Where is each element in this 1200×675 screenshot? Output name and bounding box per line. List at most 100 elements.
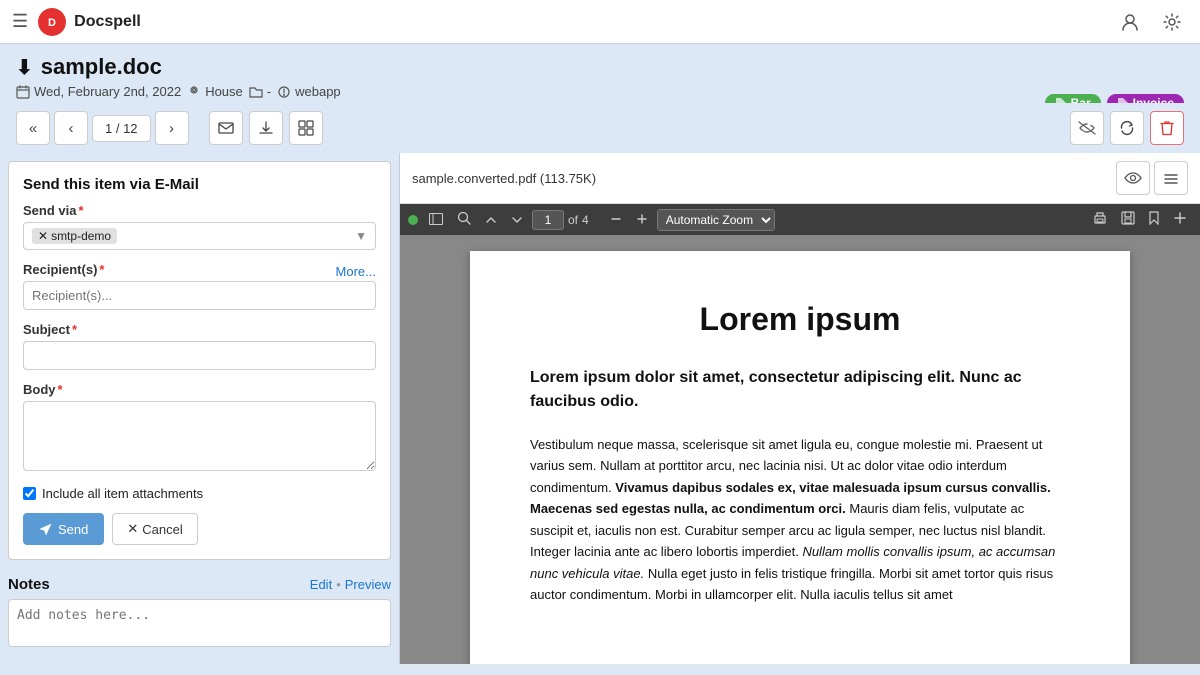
notes-section: Notes Edit • Preview bbox=[0, 568, 399, 664]
pdf-status-dot bbox=[408, 215, 418, 225]
send-via-select[interactable]: ✕ smtp-demo ▼ bbox=[23, 222, 376, 250]
required-star-4: * bbox=[58, 382, 63, 397]
right-panel: sample.converted.pdf (113.75K) bbox=[400, 153, 1200, 664]
prev-page-button[interactable]: ‹ bbox=[54, 111, 88, 145]
rotate-button[interactable] bbox=[1110, 111, 1144, 145]
meta-date: Wed, February 2nd, 2022 bbox=[16, 84, 181, 99]
next-page-icon: › bbox=[169, 120, 174, 137]
save-icon bbox=[1121, 211, 1135, 225]
body-textarea[interactable] bbox=[23, 401, 376, 471]
body-group: Body * bbox=[23, 382, 376, 474]
send-label: Send bbox=[58, 522, 88, 537]
send-button[interactable]: Send bbox=[23, 513, 104, 545]
search-icon bbox=[457, 211, 471, 225]
required-star-2: * bbox=[99, 262, 104, 277]
first-page-icon: « bbox=[29, 120, 37, 137]
delete-button[interactable] bbox=[1150, 111, 1184, 145]
grid-icon bbox=[298, 120, 314, 136]
pdf-zoom-out-button[interactable] bbox=[605, 209, 627, 231]
body-label: Body * bbox=[23, 382, 376, 397]
page-header: ⬇ sample.doc Wed, February 2nd, 2022 Hou… bbox=[0, 44, 1200, 103]
download-icon bbox=[258, 120, 274, 136]
notes-sep: • bbox=[336, 577, 341, 592]
recipients-row: Recipient(s) * More... bbox=[23, 262, 376, 281]
more-icon bbox=[1173, 211, 1187, 225]
pdf-search-button[interactable] bbox=[452, 208, 476, 231]
subject-group: Subject * bbox=[23, 322, 376, 370]
meta-date-text: Wed, February 2nd, 2022 bbox=[34, 84, 181, 99]
app-name: Docspell bbox=[74, 13, 141, 31]
menu-lines-icon bbox=[1163, 171, 1179, 185]
subject-input[interactable] bbox=[23, 341, 376, 370]
email-form-title: Send this item via E-Mail bbox=[23, 176, 376, 193]
pdf-more-button[interactable] bbox=[1168, 208, 1192, 231]
recipients-group: Recipient(s) * More... bbox=[23, 262, 376, 310]
pdf-header-icons bbox=[1116, 161, 1188, 195]
notes-preview-link[interactable]: Preview bbox=[345, 577, 391, 592]
email-form: Send this item via E-Mail Send via * ✕ s… bbox=[8, 161, 391, 560]
notes-edit-link[interactable]: Edit bbox=[310, 577, 332, 592]
pdf-zoom-select[interactable]: Automatic Zoom bbox=[657, 209, 775, 231]
pdf-print-button[interactable] bbox=[1088, 208, 1112, 231]
logo-icon: D bbox=[43, 13, 61, 31]
pdf-content[interactable]: Lorem ipsum Lorem ipsum dolor sit amet, … bbox=[400, 235, 1200, 664]
hamburger-icon[interactable]: ☰ bbox=[12, 11, 28, 32]
bookmark-icon bbox=[1149, 211, 1159, 225]
include-attachments-label: Include all item attachments bbox=[42, 486, 203, 501]
first-page-button[interactable]: « bbox=[16, 111, 50, 145]
pdf-page-input[interactable] bbox=[532, 210, 564, 230]
pdf-body-text: Vestibulum neque massa, scelerisque sit … bbox=[530, 434, 1070, 606]
grid-view-button[interactable] bbox=[289, 111, 323, 145]
eye-slash-icon bbox=[1078, 121, 1096, 135]
rotate-icon bbox=[1119, 120, 1135, 136]
recipients-input[interactable] bbox=[23, 281, 376, 310]
pdf-menu-button[interactable] bbox=[1154, 161, 1188, 195]
settings-button[interactable] bbox=[1156, 6, 1188, 38]
meta-correspondent-text: House bbox=[205, 84, 243, 99]
logo: D bbox=[38, 8, 66, 36]
pdf-heading: Lorem ipsum bbox=[530, 301, 1070, 338]
arrow-down-icon bbox=[511, 215, 523, 225]
toolbar: « ‹ 1 / 12 › bbox=[0, 103, 1200, 153]
include-attachments-checkbox[interactable] bbox=[23, 487, 36, 500]
email-button[interactable] bbox=[209, 111, 243, 145]
pdf-scroll-up-button[interactable] bbox=[480, 209, 502, 231]
meta-folder: - bbox=[249, 84, 271, 99]
smtp-close-icon[interactable]: ✕ bbox=[38, 229, 48, 243]
meta-source-text: webapp bbox=[295, 84, 341, 99]
left-panel: Send this item via E-Mail Send via * ✕ s… bbox=[0, 153, 400, 664]
main-content: Send this item via E-Mail Send via * ✕ s… bbox=[0, 153, 1200, 664]
notes-header: Notes Edit • Preview bbox=[8, 576, 391, 593]
more-link[interactable]: More... bbox=[336, 264, 376, 279]
pdf-filename: sample.converted.pdf (113.75K) bbox=[412, 171, 1108, 186]
pdf-view-button[interactable] bbox=[1116, 161, 1150, 195]
navbar: ☰ D Docspell bbox=[0, 0, 1200, 44]
notes-title: Notes bbox=[8, 576, 50, 593]
pdf-lead: Lorem ipsum dolor sit amet, consectetur … bbox=[530, 366, 1070, 414]
cancel-label: Cancel bbox=[142, 522, 182, 537]
user-icon[interactable] bbox=[1114, 6, 1146, 38]
file-icon: ⬇ bbox=[16, 55, 33, 80]
toolbar-right bbox=[1070, 111, 1184, 145]
arrow-up-icon bbox=[485, 215, 497, 225]
recipients-label: Recipient(s) * bbox=[23, 262, 104, 277]
meta-source: webapp bbox=[277, 84, 341, 99]
svg-text:D: D bbox=[48, 17, 56, 29]
chevron-down-icon: ▼ bbox=[355, 229, 367, 243]
plus-icon bbox=[636, 213, 648, 225]
pdf-scroll-down-button[interactable] bbox=[506, 209, 528, 231]
pdf-bookmark-button[interactable] bbox=[1144, 208, 1164, 231]
gear-icon bbox=[1162, 12, 1182, 32]
pdf-toggle-sidebar-button[interactable] bbox=[424, 209, 448, 231]
subject-label: Subject * bbox=[23, 322, 376, 337]
pdf-page-of: of bbox=[568, 213, 578, 227]
eye-slash-button[interactable] bbox=[1070, 111, 1104, 145]
notes-textarea[interactable] bbox=[8, 599, 391, 647]
brand: D Docspell bbox=[38, 8, 141, 36]
pdf-zoom-in-button[interactable] bbox=[631, 209, 653, 231]
download-button[interactable] bbox=[249, 111, 283, 145]
page-title-row: ⬇ sample.doc bbox=[16, 54, 1184, 80]
next-page-button[interactable]: › bbox=[155, 111, 189, 145]
pdf-save-button[interactable] bbox=[1116, 208, 1140, 231]
cancel-button[interactable]: ✕ Cancel bbox=[112, 513, 197, 545]
